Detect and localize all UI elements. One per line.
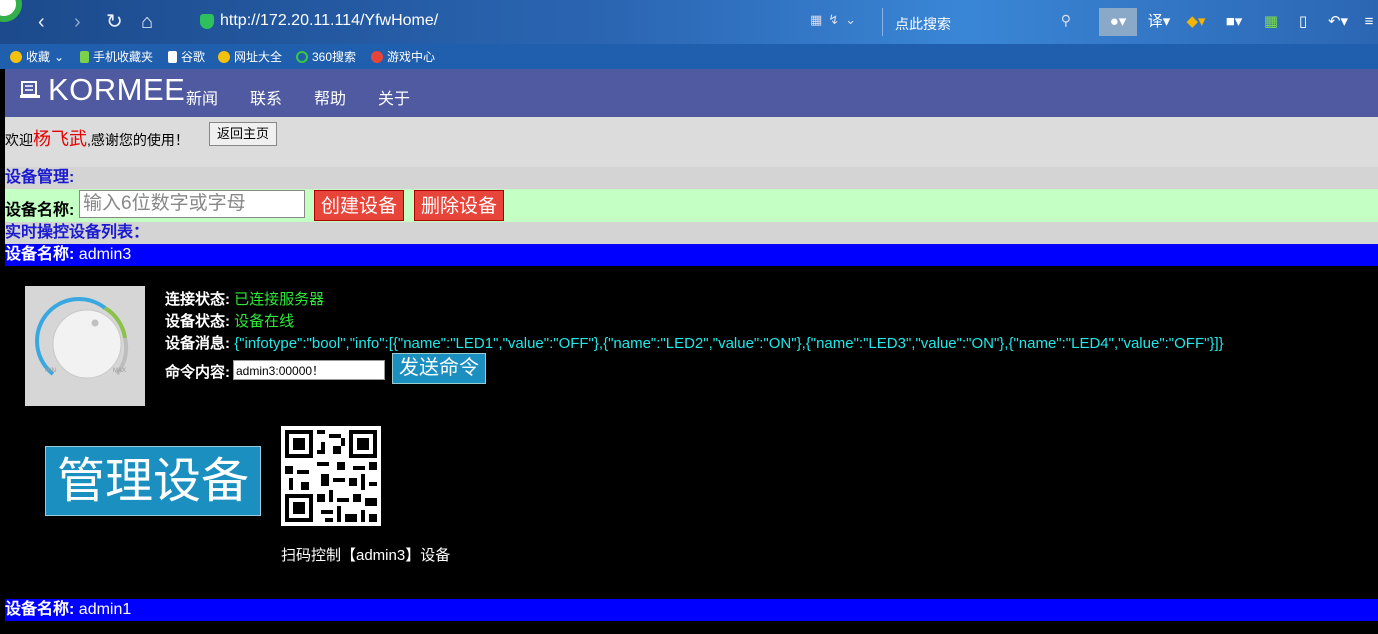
site-header: KORMEE 新闻 联系 帮助 关于 bbox=[5, 69, 1378, 117]
search-placeholder: 点此搜索 bbox=[895, 16, 951, 32]
device-header: 设备名称: admin3 bbox=[5, 244, 1378, 266]
extension-green-icon[interactable]: ●▾ bbox=[1099, 8, 1137, 36]
back-icon[interactable]: ‹ bbox=[38, 10, 45, 34]
bookmark-label: 谷歌 bbox=[181, 50, 206, 64]
device-name-input[interactable]: 输入6位数字或字母 bbox=[79, 190, 305, 218]
browser-toolbar: ‹ › ↻ ⌂ http://172.20.11.114/YfwHome/ ▦↯… bbox=[0, 0, 1378, 44]
toolbar-mini-icons[interactable]: ▦↯⌄ bbox=[810, 12, 862, 28]
device-name: admin1 bbox=[78, 601, 132, 618]
bookmark-mobile[interactable]: 手机收藏夹 bbox=[80, 48, 153, 65]
address-bar[interactable]: http://172.20.11.114/YfwHome/ bbox=[180, 10, 800, 34]
qr-code bbox=[281, 426, 381, 526]
device-message: 设备消息: {"infotype":"bool","info":[{"name"… bbox=[165, 332, 1224, 353]
knob-image: MIN MAX bbox=[25, 286, 145, 406]
book-icon bbox=[20, 81, 40, 98]
welcome-suffix: ,感谢您的使用！ bbox=[87, 132, 189, 148]
command-input[interactable]: admin3:00000！ bbox=[233, 360, 385, 380]
nav-help[interactable]: 帮助 bbox=[314, 85, 346, 109]
page-icon bbox=[168, 50, 177, 63]
knob-max: MAX bbox=[113, 368, 126, 374]
refresh-icon[interactable]: ↻ bbox=[106, 10, 123, 34]
device-mgmt-title: 设备管理: bbox=[5, 167, 1378, 189]
bookmark-label: 网址大全 bbox=[234, 50, 283, 64]
search360-icon bbox=[296, 50, 308, 63]
connection-value: 已连接服务器 bbox=[234, 291, 325, 308]
bookmark-favorites[interactable]: 收藏 ⌄ bbox=[10, 48, 64, 65]
home-icon[interactable]: ⌂ bbox=[141, 10, 153, 34]
bookmarks-bar: 收藏 ⌄ 手机收藏夹 谷歌 网址大全 360搜索 游戏中心 bbox=[0, 44, 1378, 69]
nav-contact[interactable]: 联系 bbox=[250, 85, 282, 109]
chevron-down-icon: ⌄ bbox=[54, 49, 65, 64]
qr-caption: 扫码控制【admin3】设备 bbox=[281, 547, 451, 564]
bookmark-google[interactable]: 谷歌 bbox=[168, 48, 205, 65]
device-list-title: 实时操控设备列表： bbox=[5, 222, 1378, 244]
site-brand[interactable]: KORMEE bbox=[48, 72, 185, 108]
device-name: admin3 bbox=[78, 246, 132, 263]
bookmark-label: 手机收藏夹 bbox=[93, 50, 154, 64]
create-device-button[interactable]: 创建设备 bbox=[314, 190, 405, 221]
nav-news[interactable]: 新闻 bbox=[186, 85, 218, 109]
knob-min: MIN bbox=[45, 368, 56, 374]
secure-shield-icon bbox=[200, 14, 214, 29]
translate-icon[interactable]: 译▾ bbox=[1143, 8, 1175, 36]
phone-icon bbox=[80, 50, 89, 63]
device-status: 设备状态: 设备在线 bbox=[165, 310, 294, 331]
welcome-bar: 欢迎杨飞武,感谢您的使用！ 返回主页 bbox=[5, 117, 1378, 167]
bookmark-nav[interactable]: 网址大全 bbox=[218, 48, 282, 65]
game-ext-icon[interactable]: ■▾ bbox=[1218, 8, 1250, 36]
dial-icon: MIN MAX bbox=[25, 286, 145, 406]
apps-grid-icon[interactable]: ▦ bbox=[1260, 8, 1282, 36]
nav-about[interactable]: 关于 bbox=[378, 85, 410, 109]
device-name-label: 设备名称: bbox=[5, 601, 75, 618]
connection-label: 连接状态: bbox=[165, 291, 230, 308]
bookmark-games[interactable]: 游戏中心 bbox=[371, 48, 435, 65]
tablet-icon[interactable]: ▯ bbox=[1292, 8, 1314, 36]
command-label: 命令内容: bbox=[165, 364, 230, 381]
manage-device-button[interactable]: 管理设备 bbox=[45, 446, 261, 516]
star-icon bbox=[10, 50, 22, 63]
delete-device-button[interactable]: 删除设备 bbox=[414, 190, 505, 221]
translate-label: 译 bbox=[1147, 13, 1163, 30]
menu-icon[interactable]: ≡ bbox=[1360, 8, 1378, 36]
home-button[interactable]: 返回主页 bbox=[209, 122, 278, 146]
welcome-text: 欢迎杨飞武,感谢您的使用！ bbox=[5, 125, 189, 151]
status-value: 设备在线 bbox=[234, 313, 295, 330]
bookmark-label: 收藏 bbox=[26, 50, 51, 64]
address-url[interactable]: http://172.20.11.114/YfwHome/ bbox=[220, 12, 438, 30]
create-device-row: 设备名称: 输入6位数字或字母 创建设备 删除设备 bbox=[5, 189, 1378, 222]
browser-logo-icon bbox=[0, 0, 22, 22]
device-name-label: 设备名称: bbox=[5, 246, 75, 263]
device-header: 设备名称: admin1 bbox=[5, 599, 1378, 621]
search-box[interactable]: 点此搜索 ⚲ bbox=[882, 8, 1083, 36]
bookmark-label: 游戏中心 bbox=[387, 50, 436, 64]
game-icon bbox=[371, 50, 383, 63]
bookmark-label: 360搜索 bbox=[312, 50, 357, 64]
send-command-button[interactable]: 发送命令 bbox=[392, 353, 486, 384]
connection-status: 连接状态: 已连接服务器 bbox=[165, 288, 324, 309]
forward-icon[interactable]: › bbox=[74, 10, 81, 34]
message-value: {"infotype":"bool","info":[{"name":"LED1… bbox=[234, 335, 1224, 352]
device-name-label: 设备名称: bbox=[5, 202, 75, 219]
bookmark-360[interactable]: 360搜索 bbox=[296, 48, 356, 65]
welcome-prefix: 欢迎 bbox=[5, 132, 33, 148]
undo-icon[interactable]: ↶▾ bbox=[1323, 8, 1353, 36]
search-icon[interactable]: ⚲ bbox=[1061, 12, 1071, 29]
message-label: 设备消息: bbox=[165, 335, 230, 352]
status-label: 设备状态: bbox=[165, 313, 230, 330]
qr-code-icon bbox=[281, 426, 381, 526]
user-name: 杨飞武 bbox=[33, 129, 87, 149]
nav-icon bbox=[218, 50, 230, 63]
shield-ext-icon[interactable]: ◆▾ bbox=[1180, 8, 1212, 36]
